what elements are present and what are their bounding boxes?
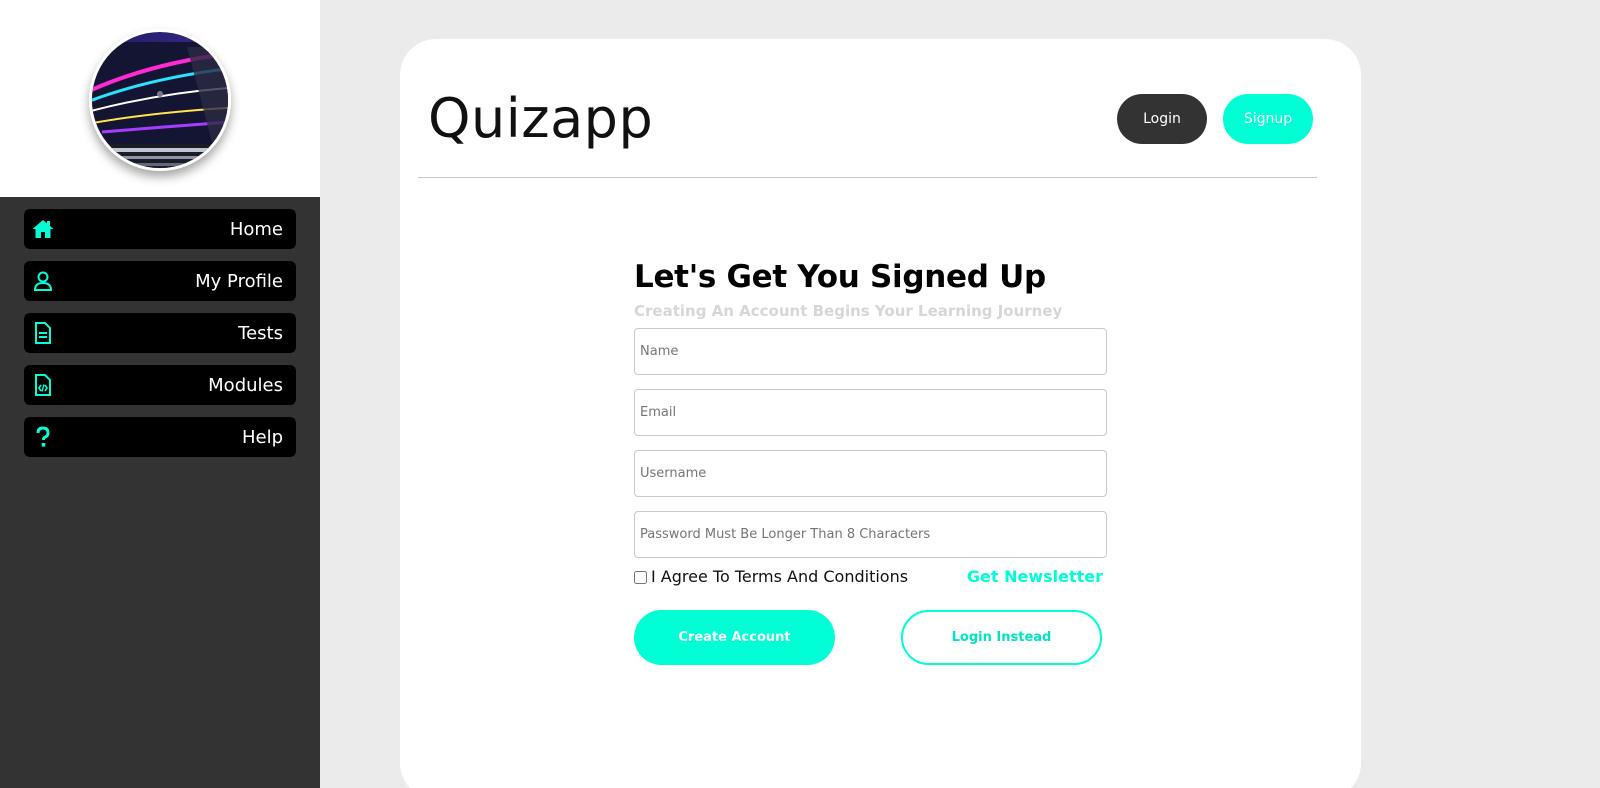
signup-form: Let's Get You Signed Up Creating An Acco… [634, 259, 1109, 666]
login-instead-button[interactable]: Login Instead [901, 610, 1102, 665]
form-subtitle: Creating An Account Begins Your Learning… [634, 302, 1063, 320]
header-divider [418, 177, 1317, 178]
sidebar-item-label: Home [229, 218, 283, 240]
sidebar-item-help[interactable]: Help [24, 417, 296, 457]
sidebar: Home My Profile Tests Modules Help [0, 0, 320, 788]
question-icon [36, 426, 50, 447]
login-button[interactable]: Login [1117, 94, 1207, 144]
email-field[interactable] [634, 389, 1107, 436]
sidebar-header [0, 0, 320, 197]
sidebar-item-label: Help [241, 426, 283, 448]
main-card: Quizapp Login Signup Let's Get You Signe… [400, 39, 1361, 788]
terms-label[interactable]: I Agree To Terms And Conditions [651, 567, 908, 586]
sidebar-item-home[interactable]: Home [24, 209, 296, 249]
laptop-avatar-image [92, 32, 228, 168]
password-field[interactable] [634, 511, 1107, 558]
username-field[interactable] [634, 450, 1107, 497]
avatar [89, 29, 231, 171]
form-options: I Agree To Terms And Conditions Get News… [634, 566, 1109, 596]
code-file-icon [35, 374, 51, 396]
sidebar-nav: Home My Profile Tests Modules Help [24, 209, 296, 469]
sidebar-item-label: Tests [238, 322, 283, 344]
form-actions: Create Account Login Instead [634, 610, 1109, 666]
user-icon [33, 271, 53, 291]
sidebar-item-modules[interactable]: Modules [24, 365, 296, 405]
form-title: Let's Get You Signed Up [634, 259, 1046, 295]
document-icon [35, 322, 51, 344]
sidebar-item-label: My Profile [195, 270, 283, 292]
terms-checkbox[interactable] [634, 571, 647, 584]
newsletter-link[interactable]: Get Newsletter [967, 567, 1103, 586]
home-icon [32, 220, 54, 238]
create-account-button[interactable]: Create Account [634, 610, 835, 665]
brand-title: Quizapp [428, 87, 654, 150]
sidebar-item-label: Modules [208, 374, 283, 396]
signup-button[interactable]: Signup [1223, 94, 1313, 144]
sidebar-item-my-profile[interactable]: My Profile [24, 261, 296, 301]
name-field[interactable] [634, 328, 1107, 375]
sidebar-item-tests[interactable]: Tests [24, 313, 296, 353]
